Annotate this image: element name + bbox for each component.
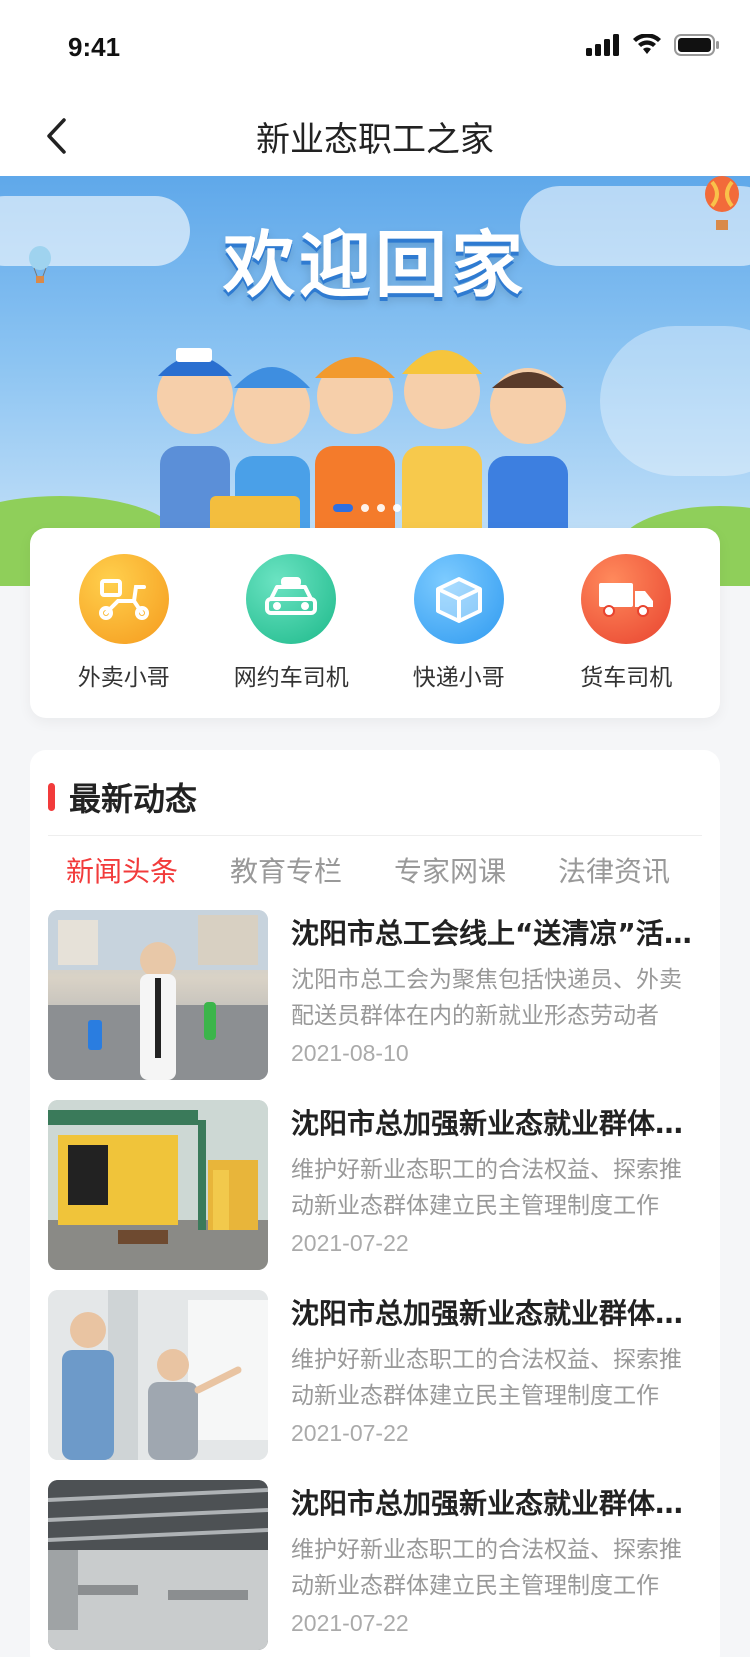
news-date: 2021-07-22: [291, 1610, 409, 1636]
carousel-dot[interactable]: [361, 504, 369, 512]
status-time: 9:41: [68, 32, 121, 62]
wifi-icon: [633, 34, 661, 54]
cloud-decoration: [600, 326, 750, 476]
news-title: 沈阳市总加强新业态就业群体服务工作: [291, 1487, 711, 1520]
news-item[interactable]: 沈阳市总加强新业态就业群体服务工作 维护好新业态职工的合法权益、探索推动新业态群…: [48, 1100, 711, 1290]
divider: [48, 835, 702, 836]
status-icons: [586, 34, 720, 56]
battery-icon: [674, 34, 719, 56]
news-thumbnail: [48, 910, 268, 1080]
news-description: 维护好新业态职工的合法权益、探索推动新业态群体建立民主管理制度工作: [291, 1537, 682, 1599]
category-express-courier[interactable]: 快递小哥: [379, 554, 539, 692]
tab-education[interactable]: 教育专栏: [230, 850, 394, 890]
news-item[interactable]: 沈阳市总加强新业态就业群体服务工作 维护好新业态职工的合法权益、探索推动新业态群…: [48, 1290, 711, 1480]
news-thumbnail: [48, 1480, 268, 1650]
status-bar: 9:41: [0, 0, 750, 96]
taxi-icon: [246, 554, 337, 644]
signal-icon: [586, 34, 619, 56]
news-description: 维护好新业态职工的合法权益、探索推动新业态群体建立民主管理制度工作: [291, 1157, 682, 1219]
news-date: 2021-08-10: [291, 1040, 409, 1066]
category-grid: 外卖小哥 网约车司机 快递小哥 货车司机: [30, 528, 720, 718]
news-title: 沈阳市总加强新业态就业群体服务工作: [291, 1107, 711, 1140]
news-description: 维护好新业态职工的合法权益、探索推动新业态群体建立民主管理制度工作: [291, 1347, 682, 1409]
truck-icon: [581, 554, 672, 644]
news-thumbnail: [48, 1290, 268, 1460]
news-thumbnail: [48, 1100, 268, 1270]
page-title: 新业态职工之家: [256, 120, 494, 160]
category-truck-driver[interactable]: 货车司机: [546, 554, 706, 692]
tab-expert-courses[interactable]: 专家网课: [394, 850, 558, 890]
section-header: 最新动态: [48, 774, 197, 820]
tab-headlines[interactable]: 新闻头条: [66, 850, 230, 890]
banner-carousel[interactable]: 欢迎回家: [0, 176, 750, 586]
tab-legal-info[interactable]: 法律资讯: [558, 850, 722, 890]
category-ride-hailing[interactable]: 网约车司机: [211, 554, 371, 692]
news-date: 2021-07-22: [291, 1420, 409, 1446]
news-title: 沈阳市总工会线上“送清凉”活动启动: [291, 917, 711, 950]
news-date: 2021-07-22: [291, 1230, 409, 1256]
carousel-dot[interactable]: [377, 504, 385, 512]
carousel-dot[interactable]: [333, 504, 353, 512]
category-label: 网约车司机: [233, 665, 349, 691]
section-title: 最新动态: [69, 780, 198, 818]
category-label: 货车司机: [580, 665, 673, 691]
news-list: 沈阳市总工会线上“送清凉”活动启动 沈阳市总工会为聚焦包括快递员、外卖配送员群体…: [48, 910, 711, 1657]
carousel-dot[interactable]: [393, 504, 401, 512]
news-title: 沈阳市总加强新业态就业群体服务工作: [291, 1297, 711, 1330]
news-item[interactable]: 沈阳市总加强新业态就业群体服务工作 维护好新业态职工的合法权益、探索推动新业态群…: [48, 1480, 711, 1657]
category-label: 快递小哥: [412, 665, 505, 691]
section-accent-bar: [48, 783, 55, 811]
news-tabs: 新闻头条 教育专栏 专家网课 法律资讯: [66, 850, 722, 890]
nav-bar: 新业态职工之家: [0, 96, 750, 176]
category-label: 外卖小哥: [77, 665, 170, 691]
scooter-icon: [78, 554, 169, 644]
package-icon: [413, 554, 504, 644]
news-section: 最新动态 新闻头条 教育专栏 专家网课 法律资讯 沈阳市总工会线上“送清凉”活动…: [30, 750, 720, 1657]
news-item[interactable]: 沈阳市总工会线上“送清凉”活动启动 沈阳市总工会为聚焦包括快递员、外卖配送员群体…: [48, 910, 711, 1100]
news-description: 沈阳市总工会为聚焦包括快递员、外卖配送员群体在内的新就业形态劳动者: [291, 967, 682, 1029]
category-food-delivery[interactable]: 外卖小哥: [44, 554, 204, 692]
carousel-indicator: [333, 504, 401, 512]
